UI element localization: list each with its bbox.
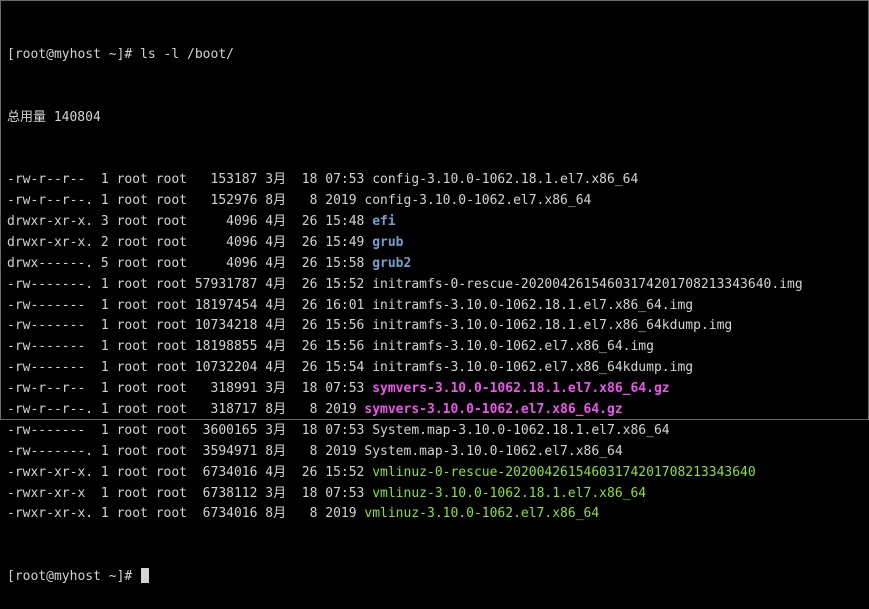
file-metadata: -rw-r--r-- 1 root root 153187 3月 18 07:5… (7, 172, 373, 188)
file-name: efi (372, 214, 396, 229)
listing-row: drwxr-xr-x. 2 root root 4096 4月 26 15:49… (7, 233, 862, 254)
listing-row: -rw------- 1 root root 10732204 4月 26 15… (7, 358, 862, 379)
file-name: vmlinuz-3.10.0-1062.el7.x86_64 (364, 506, 600, 522)
listing-row: -rw-------. 1 root root 57931787 4月 26 1… (7, 275, 862, 296)
file-name: System.map-3.10.0-1062.18.1.el7.x86_64 (372, 422, 670, 438)
listing-row: -rw-r--r-- 1 root root 318991 3月 18 07:5… (7, 379, 862, 400)
listing-row: drwxr-xr-x. 3 root root 4096 4月 26 15:48… (7, 212, 862, 233)
file-metadata: -rw------- 1 root root 3600165 3月 18 07:… (7, 422, 373, 438)
file-name: grub (372, 234, 404, 250)
file-name: grub2 (372, 255, 412, 271)
file-name: initramfs-0-rescue-202004261546031742017… (372, 276, 803, 292)
file-listing: -rw-r--r-- 1 root root 153187 3月 18 07:5… (7, 170, 862, 525)
listing-row: drwx------. 5 root root 4096 4月 26 15:58… (7, 254, 862, 275)
file-metadata: -rw-------. 1 root root 3594971 8月 8 201… (7, 443, 365, 459)
total-line: 总用量 140804 (7, 109, 101, 125)
file-metadata: -rw-r--r-- 1 root root 318991 3月 18 07:5… (7, 381, 373, 397)
listing-row: -rwxr-xr-x. 1 root root 6734016 4月 26 15… (7, 463, 862, 484)
file-metadata: -rwxr-xr-x 1 root root 6738112 3月 18 07:… (7, 485, 373, 501)
file-metadata: -rw------- 1 root root 10732204 4月 26 15… (7, 360, 373, 376)
file-name: initramfs-3.10.0-1062.el7.x86_64kdump.im… (372, 360, 694, 376)
file-metadata: -rw------- 1 root root 18197454 4月 26 16… (7, 297, 373, 313)
listing-row: -rw------- 1 root root 3600165 3月 18 07:… (7, 421, 862, 442)
file-metadata: drwx------. 5 root root 4096 4月 26 15:58 (7, 255, 373, 271)
listing-row: -rwxr-xr-x 1 root root 6738112 3月 18 07:… (7, 484, 862, 505)
file-name: initramfs-3.10.0-1062.18.1.el7.x86_64.im… (372, 297, 694, 313)
terminal-output[interactable]: [root@myhost ~]# ls -l /boot/ 总用量 140804… (7, 3, 862, 609)
file-name: initramfs-3.10.0-1062.el7.x86_64.img (372, 339, 654, 355)
listing-row: -rw-r--r--. 1 root root 318717 8月 8 2019… (7, 400, 862, 421)
listing-row: -rw-------. 1 root root 3594971 8月 8 201… (7, 442, 862, 463)
listing-row: -rwxr-xr-x. 1 root root 6734016 8月 8 201… (7, 504, 862, 525)
listing-row: -rw------- 1 root root 18197454 4月 26 16… (7, 296, 862, 317)
listing-row: -rw------- 1 root root 18198855 4月 26 15… (7, 337, 862, 358)
file-metadata: -rwxr-xr-x. 1 root root 6734016 4月 26 15… (7, 464, 373, 480)
file-name: initramfs-3.10.0-1062.18.1.el7.x86_64kdu… (372, 318, 733, 334)
file-metadata: -rw-------. 1 root root 57931787 4月 26 1… (7, 276, 373, 292)
file-name: symvers-3.10.0-1062.18.1.el7.x86_64.gz (372, 381, 670, 397)
file-metadata: -rw-r--r--. 1 root root 318717 8月 8 2019 (7, 402, 365, 418)
text-cursor (141, 568, 150, 584)
listing-row: -rw-r--r-- 1 root root 153187 3月 18 07:5… (7, 170, 862, 191)
file-name: config-3.10.0-1062.el7.x86_64 (364, 193, 592, 209)
file-name: symvers-3.10.0-1062.el7.x86_64.gz (364, 402, 623, 418)
file-name: System.map-3.10.0-1062.el7.x86_64 (364, 443, 623, 459)
file-name: vmlinuz-3.10.0-1062.18.1.el7.x86_64 (372, 485, 647, 501)
shell-prompt: [root@myhost ~]# (7, 46, 141, 62)
file-metadata: drwxr-xr-x. 3 root root 4096 4月 26 15:48 (7, 214, 373, 229)
file-metadata: -rw-r--r--. 1 root root 152976 8月 8 2019 (7, 193, 365, 209)
listing-row: -rw-r--r--. 1 root root 152976 8月 8 2019… (7, 191, 862, 212)
prompt-line[interactable]: [root@myhost ~]# (7, 567, 862, 588)
file-metadata: -rw------- 1 root root 18198855 4月 26 15… (7, 339, 373, 355)
command-line: [root@myhost ~]# ls -l /boot/ (7, 45, 862, 66)
file-name: config-3.10.0-1062.18.1.el7.x86_64 (372, 172, 639, 188)
file-metadata: -rw------- 1 root root 10734218 4月 26 15… (7, 318, 373, 334)
file-metadata: drwxr-xr-x. 2 root root 4096 4月 26 15:49 (7, 234, 373, 250)
listing-row: -rw------- 1 root root 10734218 4月 26 15… (7, 316, 862, 337)
file-name: vmlinuz-0-rescue-20200426154603174201708… (372, 464, 756, 480)
file-metadata: -rwxr-xr-x. 1 root root 6734016 8月 8 201… (7, 506, 365, 522)
shell-prompt: [root@myhost ~]# (7, 569, 141, 585)
command-text: ls -l /boot/ (140, 46, 234, 62)
